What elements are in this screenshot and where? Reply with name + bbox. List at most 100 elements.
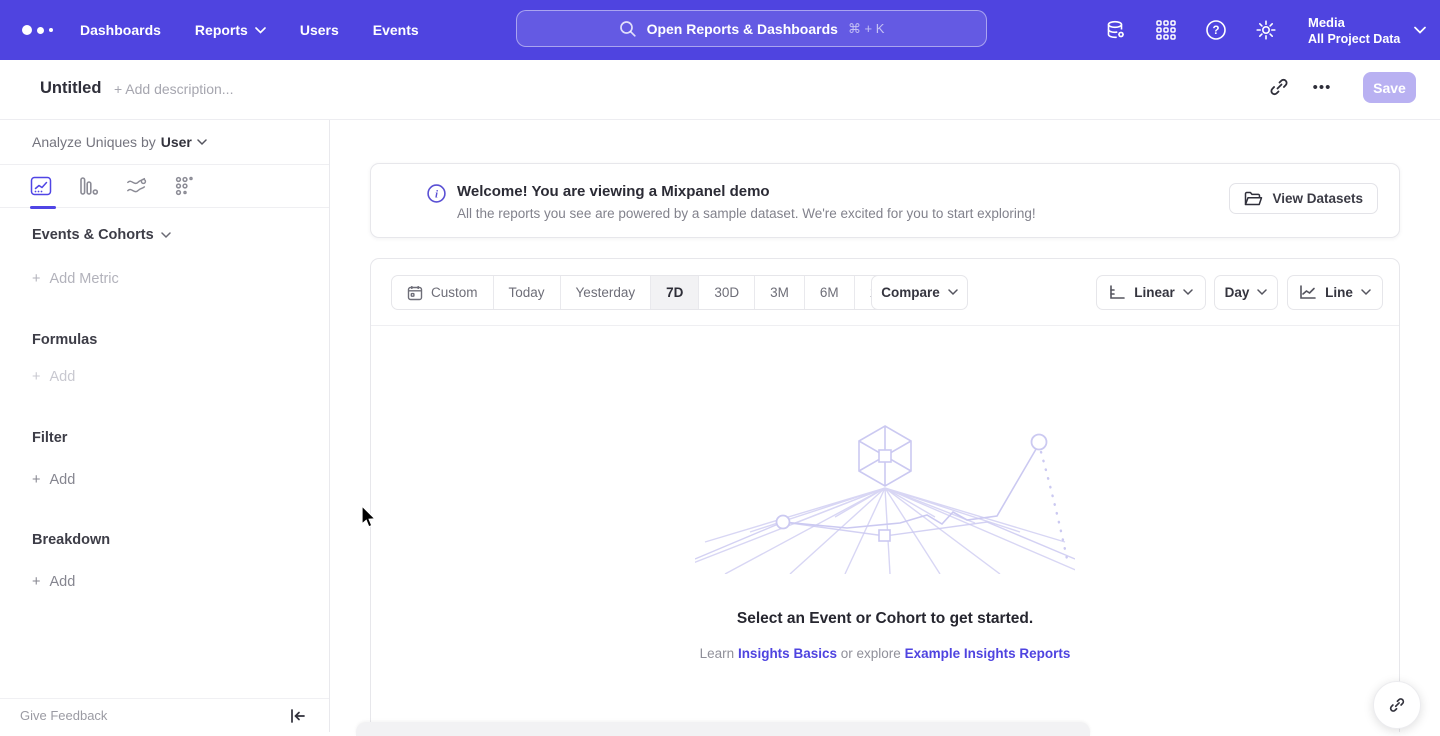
data-management-icon[interactable] (1104, 18, 1128, 42)
add-metric-button[interactable]: + Add Metric (0, 271, 329, 287)
search-shortcut: ⌘ + K (848, 21, 885, 37)
compare-button[interactable]: Compare (871, 275, 968, 310)
selected-tab-indicator (30, 206, 56, 209)
empty-state-illustration (695, 424, 1075, 574)
range-6m-label: 6M (820, 285, 839, 300)
sidebar-footer: Give Feedback (0, 698, 329, 732)
nav-events-label: Events (373, 22, 419, 38)
chevron-down-icon (1183, 289, 1193, 296)
report-type-tabs (0, 165, 329, 208)
scale-button[interactable]: Linear (1096, 275, 1206, 310)
plus-icon: + (32, 574, 40, 590)
add-formula-label: Add (49, 369, 75, 385)
report-header: Untitled + Add description... (0, 60, 1440, 120)
middle-text: or explore (841, 646, 901, 661)
insights-basics-link[interactable]: Insights Basics (738, 646, 837, 661)
events-cohorts-header[interactable]: Events & Cohorts (0, 227, 329, 243)
apps-grid-icon[interactable] (1154, 18, 1178, 42)
empty-state: Select an Event or Cohort to get started… (371, 326, 1399, 661)
breakdown-header: Breakdown (0, 532, 329, 548)
nav-dashboards-label: Dashboards (80, 22, 161, 38)
project-name: Media (1308, 14, 1400, 31)
range-today-label: Today (509, 285, 545, 300)
banner-title: Welcome! You are viewing a Mixpanel demo (457, 183, 770, 200)
nav-users-label: Users (300, 22, 339, 38)
more-options-button[interactable]: ••• (1308, 74, 1336, 100)
mixpanel-logo[interactable] (22, 0, 53, 60)
interval-button[interactable]: Day (1214, 275, 1278, 310)
banner-subtitle: All the reports you see are powered by a… (457, 206, 1036, 221)
collapse-sidebar-icon[interactable] (289, 707, 307, 725)
bottom-panel-edge[interactable] (356, 722, 1090, 736)
view-datasets-button[interactable]: View Datasets (1229, 183, 1378, 214)
topbar-icons: ? (1104, 0, 1278, 60)
report-description-placeholder[interactable]: + Add description... (114, 81, 233, 97)
svg-text:i: i (435, 189, 439, 201)
empty-state-title: Select an Event or Cohort to get started… (371, 610, 1399, 628)
floating-link-button[interactable] (1373, 681, 1421, 729)
tab-insights[interactable] (30, 175, 52, 197)
learn-prefix: Learn (700, 646, 735, 661)
scale-label: Linear (1134, 285, 1175, 300)
chart-type-label: Line (1325, 285, 1353, 300)
add-filter-label: Add (49, 472, 75, 488)
give-feedback-link[interactable]: Give Feedback (20, 708, 107, 723)
range-30d[interactable]: 30D (699, 276, 755, 309)
link-icon (1387, 695, 1407, 715)
range-yesterday-label: Yesterday (576, 285, 636, 300)
nav-dashboards[interactable]: Dashboards (80, 22, 161, 38)
top-navigation-bar: Dashboards Reports Users Events Open Rep… (0, 0, 1440, 60)
add-formula-button[interactable]: + Add (0, 369, 329, 385)
range-3m-label: 3M (770, 285, 789, 300)
add-filter-button[interactable]: + Add (0, 472, 329, 488)
range-custom[interactable]: Custom (392, 276, 494, 309)
save-button[interactable]: Save (1363, 72, 1416, 103)
chevron-down-icon (255, 27, 266, 34)
global-search[interactable]: Open Reports & Dashboards ⌘ + K (516, 10, 987, 47)
report-main-area: i Welcome! You are viewing a Mixpanel de… (330, 120, 1440, 732)
range-7d[interactable]: 7D (651, 276, 699, 309)
chart-type-button[interactable]: Line (1287, 275, 1383, 310)
chevron-down-icon (1257, 289, 1267, 296)
filter-label: Filter (32, 430, 67, 446)
project-scope: All Project Data (1308, 31, 1400, 47)
range-30d-label: 30D (714, 285, 739, 300)
nav-reports[interactable]: Reports (195, 22, 266, 38)
add-breakdown-button[interactable]: + Add (0, 574, 329, 590)
chevron-down-icon (1361, 289, 1371, 296)
analyze-label: Analyze Uniques by (32, 134, 156, 150)
add-metric-label: Add Metric (49, 271, 118, 287)
analyze-value-dropdown[interactable]: User (161, 134, 207, 150)
primary-nav: Dashboards Reports Users Events (80, 0, 419, 60)
report-title[interactable]: Untitled (40, 79, 101, 98)
range-today[interactable]: Today (494, 276, 561, 309)
range-7d-label: 7D (666, 285, 683, 300)
help-icon[interactable]: ? (1204, 18, 1228, 42)
report-controls: Custom Today Yesterday 7D 30D 3M 6M 12M … (371, 259, 1399, 326)
svg-text:?: ? (1212, 25, 1219, 37)
info-icon: i (427, 184, 446, 203)
tab-funnels[interactable] (78, 175, 100, 197)
range-3m[interactable]: 3M (755, 276, 805, 309)
range-6m[interactable]: 6M (805, 276, 855, 309)
tab-flows[interactable] (126, 175, 148, 197)
breakdown-label: Breakdown (32, 532, 110, 548)
query-builder-sidebar: Analyze Uniques by User (0, 120, 330, 732)
interval-label: Day (1225, 285, 1250, 300)
empty-state-links: Learn Insights Basics or explore Example… (371, 646, 1399, 661)
nav-users[interactable]: Users (300, 22, 339, 38)
plus-icon: + (32, 369, 40, 385)
nav-events[interactable]: Events (373, 22, 419, 38)
plus-icon: + (32, 472, 40, 488)
copy-link-button[interactable] (1267, 75, 1291, 99)
chevron-down-icon (197, 139, 207, 146)
add-breakdown-label: Add (49, 574, 75, 590)
search-icon (619, 20, 637, 38)
tab-retention[interactable] (174, 175, 196, 197)
project-switcher[interactable]: Media All Project Data (1308, 0, 1426, 60)
settings-gear-icon[interactable] (1254, 18, 1278, 42)
analyze-uniques-row: Analyze Uniques by User (0, 120, 329, 165)
example-reports-link[interactable]: Example Insights Reports (905, 646, 1071, 661)
nav-reports-label: Reports (195, 22, 248, 38)
range-yesterday[interactable]: Yesterday (561, 276, 652, 309)
